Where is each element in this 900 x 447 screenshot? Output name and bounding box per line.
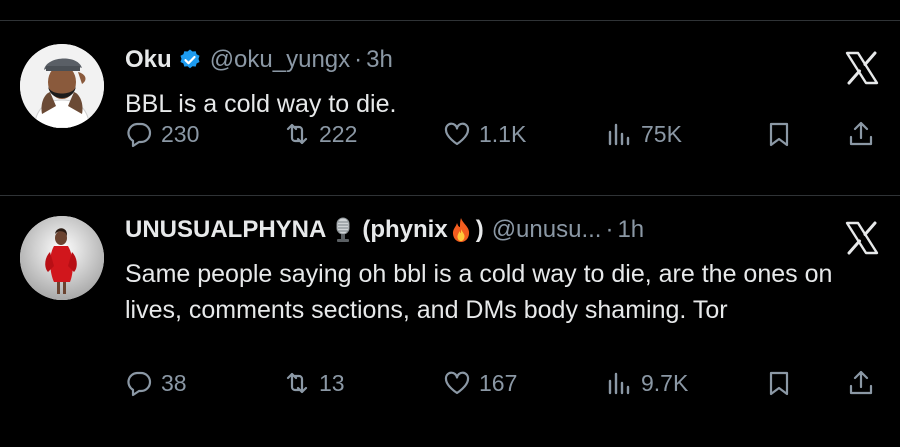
retweet-icon bbox=[286, 123, 308, 145]
retweet-count: 222 bbox=[319, 120, 358, 147]
views-count: 75K bbox=[641, 120, 682, 147]
bookmark-button[interactable] bbox=[765, 369, 793, 397]
reply-icon bbox=[127, 371, 152, 397]
views-icon bbox=[608, 123, 630, 146]
share-icon bbox=[849, 370, 873, 395]
heart-icon bbox=[444, 371, 470, 395]
share-button[interactable] bbox=[847, 120, 875, 148]
reply-count: 38 bbox=[161, 369, 187, 396]
reply-count: 230 bbox=[161, 120, 200, 147]
views-icon bbox=[608, 372, 630, 395]
share-icon bbox=[849, 121, 873, 146]
like-count: 167 bbox=[479, 369, 518, 396]
tweet-text: Same people saying oh bbl is a cold way … bbox=[125, 260, 833, 324]
fire-icon bbox=[450, 217, 472, 243]
tweet-header: UNUSUALPHYNA (phynix ) @unusu... · 1h bbox=[125, 216, 644, 244]
bookmark-icon bbox=[769, 122, 789, 147]
views-button[interactable]: 75K bbox=[605, 120, 682, 148]
tweet[interactable]: UNUSUALPHYNA (phynix ) @unusu... · 1h Sa… bbox=[0, 210, 900, 447]
like-button[interactable]: 167 bbox=[443, 369, 517, 397]
tweet[interactable]: Oku @oku_yungx · 3h BBL is a cold way to… bbox=[0, 40, 900, 190]
tweet-header: Oku @oku_yungx · 3h bbox=[125, 46, 393, 74]
like-button[interactable]: 1.1K bbox=[443, 120, 526, 148]
display-name-suffix-close: ) bbox=[475, 216, 484, 243]
bookmark-icon bbox=[769, 371, 789, 396]
views-count: 9.7K bbox=[641, 369, 689, 396]
timestamp[interactable]: 1h bbox=[617, 216, 644, 244]
retweet-icon bbox=[286, 372, 308, 394]
top-divider bbox=[0, 20, 900, 21]
share-button[interactable] bbox=[847, 369, 875, 397]
x-logo-icon bbox=[845, 51, 879, 85]
display-name-suffix: (phynix bbox=[362, 216, 448, 243]
separator: · bbox=[605, 216, 614, 243]
handle[interactable]: @unusu... bbox=[492, 216, 602, 244]
timestamp[interactable]: 3h bbox=[366, 46, 393, 74]
retweet-button[interactable]: 13 bbox=[283, 369, 345, 397]
retweet-button[interactable]: 222 bbox=[283, 120, 357, 148]
reply-button[interactable]: 38 bbox=[125, 369, 187, 397]
heart-icon bbox=[444, 122, 470, 146]
avatar[interactable] bbox=[20, 44, 104, 128]
reply-icon bbox=[127, 122, 152, 148]
x-logo-icon bbox=[845, 221, 879, 255]
display-name[interactable]: Oku bbox=[125, 46, 172, 74]
reply-button[interactable]: 230 bbox=[125, 120, 199, 148]
tweet-text: BBL is a cold way to die. bbox=[125, 90, 397, 118]
verified-badge-icon bbox=[178, 48, 202, 72]
tweet-divider bbox=[0, 195, 900, 196]
avatar[interactable] bbox=[20, 216, 104, 300]
like-count: 1.1K bbox=[479, 120, 527, 147]
separator: · bbox=[354, 46, 363, 73]
microphone-icon bbox=[332, 217, 354, 243]
views-button[interactable]: 9.7K bbox=[605, 369, 688, 397]
bookmark-button[interactable] bbox=[765, 120, 793, 148]
display-name[interactable]: UNUSUALPHYNA bbox=[125, 216, 326, 244]
handle[interactable]: @oku_yungx bbox=[210, 46, 350, 74]
retweet-count: 13 bbox=[319, 369, 345, 396]
